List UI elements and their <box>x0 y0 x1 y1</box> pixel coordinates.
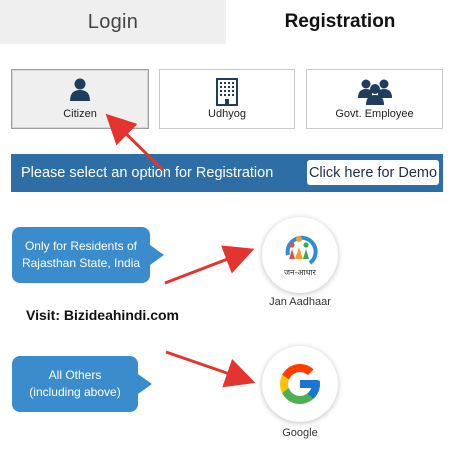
arrow-to-jan-aadhaar <box>164 245 255 285</box>
arrow-to-google <box>165 350 256 388</box>
arrow-to-citizen <box>105 113 165 172</box>
annotation-arrows <box>105 113 256 388</box>
